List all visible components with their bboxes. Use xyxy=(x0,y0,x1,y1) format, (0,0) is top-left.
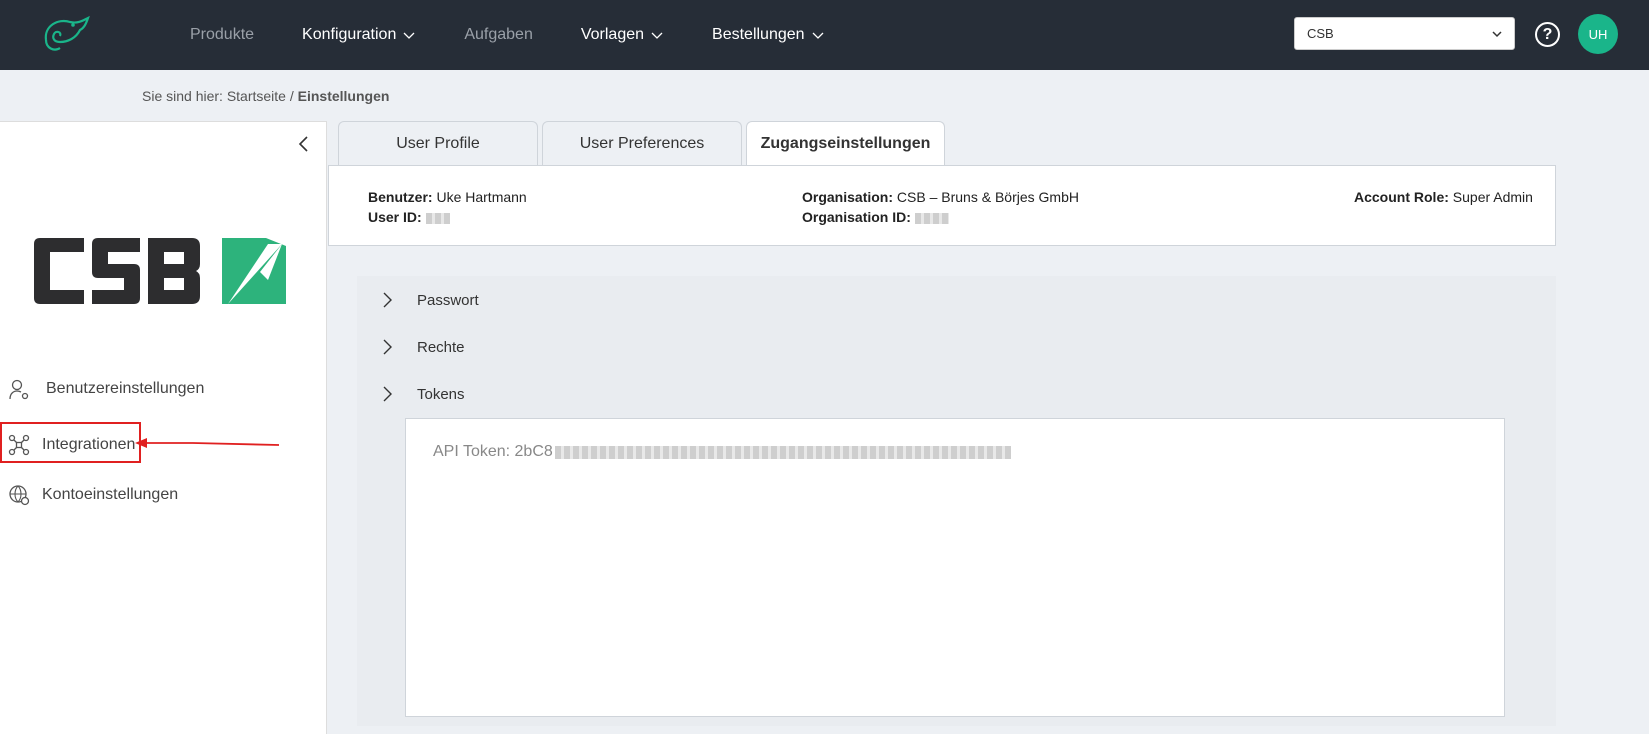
chameleon-logo-icon[interactable] xyxy=(40,14,92,54)
nav-aufgaben-label: Aufgaben xyxy=(464,26,533,43)
accordion-passwort[interactable]: Passwort xyxy=(381,291,479,309)
breadcrumb-current: Einstellungen xyxy=(297,88,390,104)
chevron-down-icon xyxy=(1492,30,1502,37)
avatar[interactable]: UH xyxy=(1578,14,1618,54)
nav-konfiguration[interactable]: Konfiguration xyxy=(302,26,416,44)
tab-user-profile[interactable]: User Profile xyxy=(338,121,538,165)
tab-user-preferences[interactable]: User Preferences xyxy=(542,121,742,165)
accordion-label: Tokens xyxy=(417,385,465,403)
breadcrumb: Sie sind hier: Startseite / Einstellunge… xyxy=(142,88,389,104)
accordion-label: Passwort xyxy=(417,291,479,309)
tab-label: User Profile xyxy=(396,134,480,152)
chevron-down-icon xyxy=(651,32,663,39)
accordion-rechte[interactable]: Rechte xyxy=(381,338,465,356)
role-label: Account Role: xyxy=(1354,189,1449,205)
arrow-annotation-icon xyxy=(135,438,280,448)
userid-redacted xyxy=(425,212,450,224)
api-token-redacted xyxy=(554,445,1011,459)
chevron-down-icon xyxy=(403,32,415,39)
highlight-box xyxy=(0,422,141,463)
organisation-value: CSB – Bruns & Börjes GmbH xyxy=(896,189,1079,205)
help-label: ? xyxy=(1542,25,1553,43)
sidebar-item-label: Benutzereinstellungen xyxy=(46,380,205,397)
organisation-select[interactable]: CSB xyxy=(1294,17,1515,50)
nav-konfiguration-label: Konfiguration xyxy=(302,26,397,43)
nav-bestellungen[interactable]: Bestellungen xyxy=(712,26,825,44)
userid-label: User ID: xyxy=(368,209,422,225)
user-info-panel: Benutzer: Uke Hartmann User ID: Organisa… xyxy=(328,165,1556,246)
benutzer-value: Uke Hartmann xyxy=(436,189,527,205)
sidebar-item-benutzereinstellungen[interactable]: Benutzereinstellungen xyxy=(8,378,204,400)
orgid-redacted xyxy=(914,212,949,224)
account-settings-icon xyxy=(9,485,30,506)
organisation-label: Organisation: xyxy=(802,189,894,205)
breadcrumb-prefix[interactable]: Sie sind hier: Startseite / xyxy=(142,88,294,104)
accordion-label: Rechte xyxy=(417,338,465,356)
user-settings-icon xyxy=(9,379,29,400)
nav-produkte[interactable]: Produkte xyxy=(190,26,254,44)
main-nav: Produkte Konfiguration Aufgaben Vorlagen… xyxy=(190,0,873,70)
orgid-label: Organisation ID: xyxy=(802,209,911,225)
sidebar-item-kontoeinstellungen[interactable]: Kontoeinstellungen xyxy=(8,484,178,506)
csb-logo-icon xyxy=(34,238,286,304)
accordion-tokens[interactable]: Tokens xyxy=(381,385,465,403)
tab-label: User Preferences xyxy=(579,134,705,152)
tab-zugangseinstellungen[interactable]: Zugangseinstellungen xyxy=(746,121,945,166)
sidebar-item-label: Kontoeinstellungen xyxy=(42,486,179,503)
chevron-left-icon[interactable] xyxy=(296,134,312,154)
nav-vorlagen-label: Vorlagen xyxy=(580,26,645,43)
chevron-right-icon xyxy=(383,292,392,308)
nav-vorlagen[interactable]: Vorlagen xyxy=(581,26,664,44)
chevron-right-icon xyxy=(383,339,392,355)
avatar-initials: UH xyxy=(1588,26,1608,42)
sidebar: Benutzereinstellungen Integrationen Kont… xyxy=(0,121,327,734)
userid-row: User ID: xyxy=(368,209,450,225)
role-value: Super Admin xyxy=(1452,189,1533,205)
nav-produkte-label: Produkte xyxy=(190,26,255,43)
benutzer-label: Benutzer: xyxy=(368,189,433,205)
role-row: Account Role: Super Admin xyxy=(1354,189,1533,205)
orgid-row: Organisation ID: xyxy=(802,209,949,225)
benutzer-row: Benutzer: Uke Hartmann xyxy=(368,189,527,205)
nav-aufgaben[interactable]: Aufgaben xyxy=(464,26,533,44)
nav-bestellungen-label: Bestellungen xyxy=(712,26,805,43)
api-token-prefix: API Token: 2bC8 xyxy=(433,443,553,460)
chevron-right-icon xyxy=(383,386,392,402)
tab-label: Zugangseinstellungen xyxy=(760,135,931,152)
top-navigation-bar: Produkte Konfiguration Aufgaben Vorlagen… xyxy=(0,0,1649,70)
api-token-text: API Token: 2bC8 xyxy=(433,443,1011,461)
help-icon[interactable]: ? xyxy=(1535,22,1560,47)
chevron-down-icon xyxy=(812,32,824,39)
organisation-row: Organisation: CSB – Bruns & Börjes GmbH xyxy=(802,189,1079,205)
api-token-field[interactable]: API Token: 2bC8 xyxy=(405,418,1505,717)
organisation-select-value: CSB xyxy=(1307,26,1334,41)
